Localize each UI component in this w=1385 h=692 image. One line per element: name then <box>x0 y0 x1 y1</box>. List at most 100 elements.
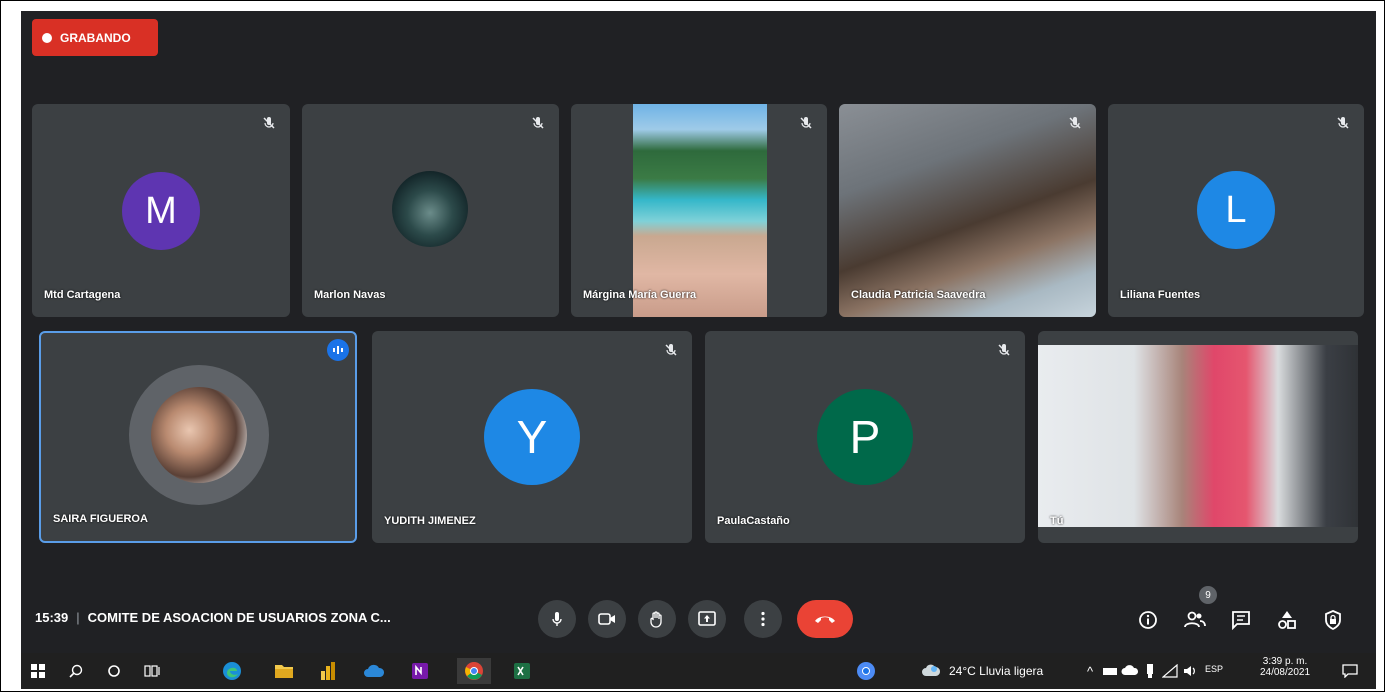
present-screen-icon <box>698 611 716 626</box>
avatar: Y <box>484 389 580 485</box>
meeting-info: 15:39 | COMITE DE ASOACION DE USUARIOS ZON… <box>35 610 391 625</box>
activities-button[interactable] <box>1275 608 1299 632</box>
controls-bar: 15:39 | COMITE DE ASOACION DE USUARIOS ZON… <box>21 586 1376 646</box>
chrome-icon <box>465 662 483 680</box>
input-language[interactable]: ESP <box>1205 664 1223 674</box>
participant-name: SAIRA FIGUEROA <box>53 513 148 525</box>
participant-tile-paula-castano[interactable]: P PaulaCastaño <box>705 331 1025 543</box>
task-view-icon <box>144 665 160 677</box>
powerbi-taskbar-button[interactable] <box>315 658 341 684</box>
chart-bars-icon <box>321 662 335 680</box>
file-explorer-taskbar-button[interactable] <box>271 658 297 684</box>
excel-icon <box>514 663 530 679</box>
self-video <box>1038 345 1358 527</box>
avatar-photo <box>151 387 247 483</box>
windows-taskbar: 24°C Lluvia ligera ^ ESP 3:39 p. m. 24/0… <box>21 653 1376 689</box>
participant-name: Liliana Fuentes <box>1120 289 1201 301</box>
onenote-icon <box>412 663 428 679</box>
avatar: M <box>122 172 200 250</box>
windows-logo-icon <box>31 664 45 678</box>
cloud-app-taskbar-button[interactable] <box>361 658 387 684</box>
clock[interactable]: 3:39 p. m. 24/08/2021 <box>1253 656 1317 678</box>
weather-text: 24°C Lluvia ligera <box>949 664 1044 678</box>
camera-icon <box>598 613 615 625</box>
notifications-button[interactable] <box>1337 658 1363 684</box>
raise-hand-button[interactable] <box>638 600 676 638</box>
participant-video <box>633 104 767 317</box>
mic-off-icon <box>662 343 680 361</box>
participant-video <box>839 104 1096 317</box>
present-button[interactable] <box>688 600 726 638</box>
search-button[interactable] <box>63 658 89 684</box>
windows-start-button[interactable] <box>25 658 51 684</box>
chat-button[interactable] <box>1229 608 1253 632</box>
excel-taskbar-button[interactable] <box>509 658 535 684</box>
avatar: P <box>817 389 913 485</box>
participant-tile-marlon-navas[interactable]: Marlon Navas <box>302 104 559 317</box>
participant-tile-self[interactable]: Tú <box>1038 331 1358 543</box>
mic-icon <box>552 612 562 626</box>
participant-tile-margina-maria-guerra[interactable]: Márgina María Guerra <box>571 104 827 317</box>
shapes-icon <box>1278 611 1296 629</box>
shield-lock-icon <box>1325 610 1341 630</box>
cloud-icon <box>364 664 385 677</box>
folder-icon <box>275 665 293 678</box>
rain-cloud-icon <box>922 664 941 676</box>
mic-button[interactable] <box>538 600 576 638</box>
recording-label: GRABANDO <box>60 30 131 45</box>
people-button[interactable] <box>1183 608 1207 632</box>
participant-tile-saira-figueroa[interactable]: SAIRA FIGUEROA <box>39 331 357 543</box>
participant-name: PaulaCastaño <box>717 515 790 527</box>
meeting-time: 15:39 <box>35 610 69 625</box>
participant-name: YUDITH JIMENEZ <box>384 515 476 527</box>
meet-window: GRABANDO M Mtd Cartagena Marlon Navas Má… <box>21 11 1376 653</box>
camera-button[interactable] <box>588 600 626 638</box>
chrome-taskbar-button[interactable] <box>457 658 491 684</box>
participant-tile-liliana-fuentes[interactable]: L Liliana Fuentes <box>1108 104 1364 317</box>
edge-taskbar-button[interactable] <box>219 658 245 684</box>
participant-name: Mtd Cartagena <box>44 289 121 301</box>
speaking-indicator-icon <box>327 339 349 361</box>
notification-icon <box>1342 664 1358 678</box>
recording-dot-icon <box>42 32 52 43</box>
host-controls-button[interactable] <box>1321 608 1345 632</box>
mic-off-icon <box>260 116 278 134</box>
participant-tile-mtd-cartagena[interactable]: M Mtd Cartagena <box>32 104 290 317</box>
weather-widget[interactable]: 24°C Lluvia ligera <box>921 658 1061 684</box>
more-options-button[interactable] <box>744 600 782 638</box>
mic-off-icon <box>995 343 1013 361</box>
chrome-tray-button[interactable] <box>853 658 879 684</box>
volume-icon[interactable] <box>1177 658 1203 684</box>
search-icon <box>69 664 83 678</box>
clock-date: 24/08/2021 <box>1259 667 1311 678</box>
clock-time: 3:39 p. m. <box>1262 656 1308 667</box>
onenote-taskbar-button[interactable] <box>407 658 433 684</box>
participant-tile-yudith-jimenez[interactable]: Y YUDITH JIMENEZ <box>372 331 692 543</box>
hand-icon <box>650 611 662 628</box>
cortana-icon <box>108 665 120 677</box>
mic-off-icon <box>797 116 815 134</box>
edge-icon <box>223 662 241 680</box>
avatar-photo <box>392 171 468 247</box>
meeting-title: COMITE DE ASOACION DE USUARIOS ZONA C... <box>87 610 391 625</box>
participant-tile-claudia-patricia-saavedra[interactable]: Claudia Patricia Saavedra <box>839 104 1096 317</box>
participant-name: Tú <box>1050 515 1064 527</box>
end-call-button[interactable] <box>797 600 853 638</box>
meeting-details-button[interactable] <box>1136 608 1160 632</box>
separator: | <box>76 610 80 625</box>
people-icon <box>1184 611 1206 628</box>
cortana-button[interactable] <box>101 658 127 684</box>
participant-name: Claudia Patricia Saavedra <box>851 289 986 301</box>
people-count-badge: 9 <box>1199 586 1217 604</box>
mic-off-icon <box>1334 116 1352 134</box>
chat-icon <box>1232 611 1250 630</box>
task-view-button[interactable] <box>139 658 165 684</box>
chrome-icon <box>857 662 875 680</box>
participant-name: Márgina María Guerra <box>583 289 697 301</box>
mic-off-icon <box>1066 116 1084 134</box>
participant-name: Marlon Navas <box>314 289 386 301</box>
info-icon <box>1139 611 1157 629</box>
mic-off-icon <box>529 116 547 134</box>
hang-up-icon <box>815 616 835 623</box>
recording-badge: GRABANDO <box>32 19 158 56</box>
